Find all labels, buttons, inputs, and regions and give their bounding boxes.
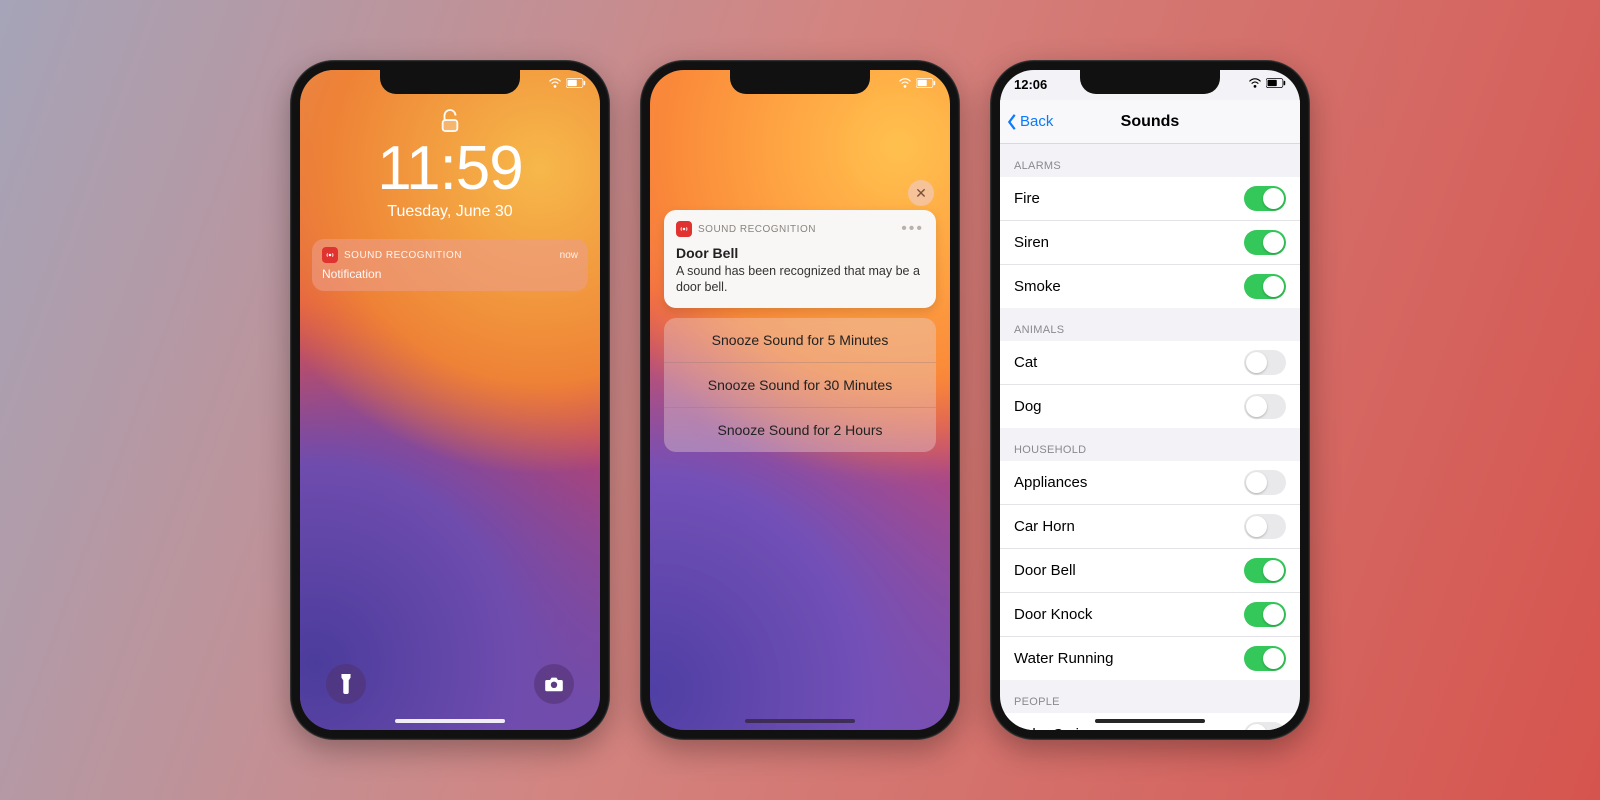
- home-indicator[interactable]: [1095, 719, 1205, 723]
- toggle-switch[interactable]: [1244, 722, 1286, 730]
- phone-lock-screen: 11:59 Tuesday, June 30 SOUND RECOGNITION…: [290, 60, 610, 740]
- toggle-switch[interactable]: [1244, 350, 1286, 375]
- battery-icon: [916, 78, 936, 88]
- notification-app-name: SOUND RECOGNITION: [344, 250, 462, 261]
- status-bar: [548, 78, 586, 88]
- notch: [1080, 70, 1220, 94]
- row-label: Siren: [1014, 234, 1244, 251]
- row-label: Appliances: [1014, 474, 1244, 491]
- notch: [730, 70, 870, 94]
- flashlight-icon: [338, 674, 354, 694]
- status-bar: [898, 78, 936, 88]
- sound-recognition-app-icon: [322, 247, 338, 263]
- sound-recognition-app-icon: [676, 221, 692, 237]
- notification-banner[interactable]: SOUND RECOGNITION now Notification: [312, 239, 588, 291]
- notch: [380, 70, 520, 94]
- row-label: Door Knock: [1014, 606, 1244, 623]
- status-bar: [1248, 78, 1286, 88]
- camera-icon: [544, 676, 564, 692]
- wifi-icon: [1248, 78, 1262, 88]
- navbar: Back Sounds: [1000, 100, 1300, 144]
- settings-row[interactable]: Appliances: [1000, 461, 1300, 505]
- nav-title: Sounds: [1121, 113, 1180, 131]
- toggle-switch[interactable]: [1244, 230, 1286, 255]
- snooze-30-min-button[interactable]: Snooze Sound for 30 Minutes: [664, 363, 936, 408]
- toggle-switch[interactable]: [1244, 514, 1286, 539]
- notification-body: A sound has been recognized that may be …: [676, 263, 924, 296]
- settings-row[interactable]: Door Knock: [1000, 593, 1300, 637]
- row-label: Baby Crying: [1014, 726, 1244, 730]
- row-label: Dog: [1014, 398, 1244, 415]
- battery-icon: [1266, 78, 1286, 88]
- toggle-switch[interactable]: [1244, 646, 1286, 671]
- notification-card[interactable]: SOUND RECOGNITION ••• Door Bell A sound …: [664, 210, 936, 308]
- wifi-icon: [548, 78, 562, 88]
- close-button[interactable]: ✕: [908, 180, 934, 206]
- close-icon: ✕: [915, 185, 927, 202]
- section-header: PEOPLE: [1000, 680, 1300, 713]
- settings-row[interactable]: Fire: [1000, 177, 1300, 221]
- phone-settings-sounds: 12:06 Back Sounds ALARMS Fire Siren Smoke AN…: [990, 60, 1310, 740]
- battery-icon: [566, 78, 586, 88]
- toggle-switch[interactable]: [1244, 558, 1286, 583]
- row-label: Cat: [1014, 354, 1244, 371]
- snooze-5-min-button[interactable]: Snooze Sound for 5 Minutes: [664, 318, 936, 363]
- notification-app-name: SOUND RECOGNITION: [698, 224, 816, 235]
- phone-notification-expanded: ✕ SOUND RECOGNITION ••• Door Bell A soun…: [640, 60, 960, 740]
- snooze-2-hours-button[interactable]: Snooze Sound for 2 Hours: [664, 408, 936, 452]
- wifi-icon: [898, 78, 912, 88]
- section-header: ANIMALS: [1000, 308, 1300, 341]
- home-indicator[interactable]: [745, 719, 855, 723]
- row-label: Water Running: [1014, 650, 1244, 667]
- back-label: Back: [1020, 113, 1053, 130]
- status-time: 12:06: [1014, 77, 1047, 92]
- toggle-switch[interactable]: [1244, 274, 1286, 299]
- notification-timestamp: now: [560, 250, 578, 261]
- settings-row[interactable]: Smoke: [1000, 265, 1300, 308]
- notification-actions: Snooze Sound for 5 Minutes Snooze Sound …: [664, 318, 936, 452]
- lock-icon: [439, 108, 461, 134]
- notification-title: Door Bell: [676, 245, 924, 261]
- back-button[interactable]: Back: [1006, 100, 1053, 143]
- section-header: ALARMS: [1000, 144, 1300, 177]
- toggle-switch[interactable]: [1244, 470, 1286, 495]
- row-label: Door Bell: [1014, 562, 1244, 579]
- lock-date: Tuesday, June 30: [387, 203, 512, 221]
- settings-list[interactable]: ALARMS Fire Siren Smoke ANIMALS Cat Dog HOUSEHO…: [1000, 144, 1300, 730]
- settings-row[interactable]: Water Running: [1000, 637, 1300, 680]
- chevron-left-icon: [1006, 113, 1018, 131]
- settings-row[interactable]: Dog: [1000, 385, 1300, 428]
- settings-row[interactable]: Cat: [1000, 341, 1300, 385]
- toggle-switch[interactable]: [1244, 186, 1286, 211]
- settings-row[interactable]: Car Horn: [1000, 505, 1300, 549]
- row-label: Fire: [1014, 190, 1244, 207]
- row-label: Car Horn: [1014, 518, 1244, 535]
- lock-time: 11:59: [377, 136, 523, 201]
- section-header: HOUSEHOLD: [1000, 428, 1300, 461]
- toggle-switch[interactable]: [1244, 602, 1286, 627]
- more-icon[interactable]: •••: [901, 220, 924, 238]
- toggle-switch[interactable]: [1244, 394, 1286, 419]
- notification-body: Notification: [322, 267, 578, 281]
- settings-row[interactable]: Siren: [1000, 221, 1300, 265]
- row-label: Smoke: [1014, 278, 1244, 295]
- camera-button[interactable]: [534, 664, 574, 704]
- flashlight-button[interactable]: [326, 664, 366, 704]
- settings-row[interactable]: Door Bell: [1000, 549, 1300, 593]
- home-indicator[interactable]: [395, 719, 505, 723]
